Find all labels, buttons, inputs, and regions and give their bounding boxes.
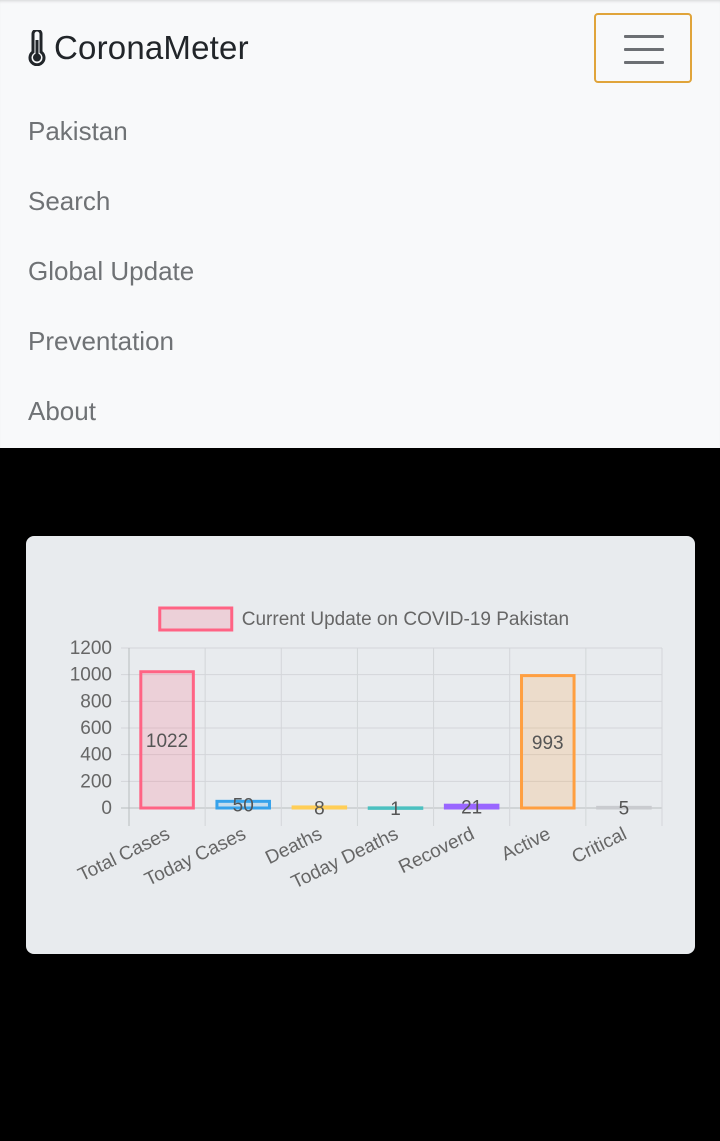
data-label: 21 xyxy=(461,798,482,819)
data-label: 5 xyxy=(619,799,630,820)
page: CoronaMeter Pakistan Search Global Updat… xyxy=(0,0,720,1141)
nav-item-preventation[interactable]: Preventation xyxy=(28,306,194,376)
thermometer-icon xyxy=(28,30,46,66)
navbar: CoronaMeter Pakistan Search Global Updat… xyxy=(0,0,720,448)
data-label: 8 xyxy=(314,798,325,819)
y-tick-label: 800 xyxy=(80,691,112,712)
y-tick-label: 600 xyxy=(80,718,112,739)
x-tick-label: Critical xyxy=(569,824,630,868)
y-tick-label: 1200 xyxy=(70,638,112,659)
x-tick-label: Active xyxy=(498,824,554,866)
covid-bar-chart: Current Update on COVID-19 Pakistan 0 200 4… xyxy=(70,606,663,893)
nav-menu: Pakistan Search Global Update Preventati… xyxy=(28,96,194,446)
y-tick-label: 400 xyxy=(80,745,112,766)
nav-item-about[interactable]: About xyxy=(28,376,194,446)
y-tick-label: 1000 xyxy=(70,665,112,686)
menu-toggle-button[interactable] xyxy=(594,13,692,83)
chart-card: Current Update on COVID-19 Pakistan 0 200 4… xyxy=(26,536,695,954)
data-label: 1 xyxy=(390,799,401,820)
y-tick-label: 0 xyxy=(101,798,112,819)
data-label: 1022 xyxy=(146,731,188,752)
data-label: 50 xyxy=(233,796,254,817)
nav-item-pakistan[interactable]: Pakistan xyxy=(28,96,194,166)
legend-label: Current Update on COVID-19 Pakistan xyxy=(242,609,569,630)
legend-swatch xyxy=(158,606,234,632)
brand[interactable]: CoronaMeter xyxy=(26,27,249,69)
data-label: 993 xyxy=(532,733,564,754)
y-tick-label: 200 xyxy=(80,771,112,792)
nav-item-global-update[interactable]: Global Update xyxy=(28,236,194,306)
brand-title: CoronaMeter xyxy=(54,29,249,66)
nav-item-search[interactable]: Search xyxy=(28,166,194,236)
x-tick-label: Recoverd xyxy=(396,824,478,879)
